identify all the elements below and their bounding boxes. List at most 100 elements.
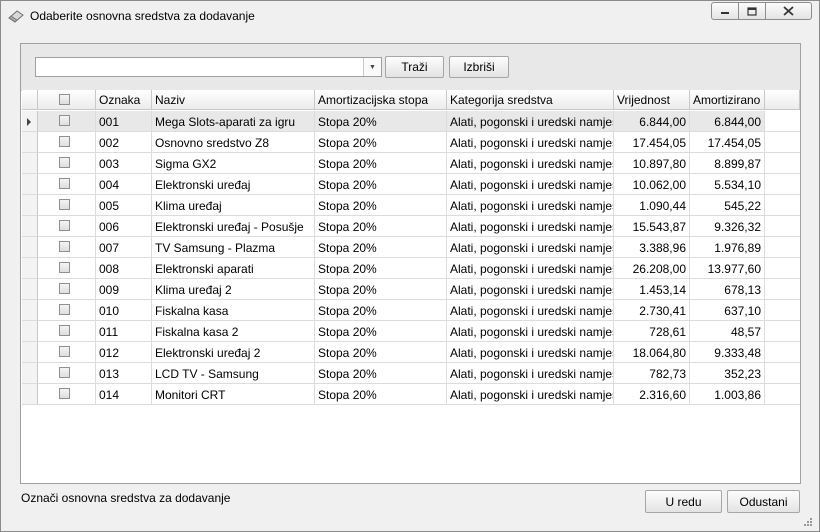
row-checkbox[interactable] (59, 199, 70, 210)
row-select[interactable] (38, 174, 96, 195)
cell-amortizirano: 678,13 (690, 279, 765, 300)
row-checkbox[interactable] (59, 220, 70, 231)
cell-oznaka: 013 (96, 363, 152, 384)
row-select[interactable] (38, 384, 96, 405)
cell-naziv: TV Samsung - Plazma (152, 237, 315, 258)
row-select[interactable] (38, 153, 96, 174)
column-header-stopa[interactable]: Amortizacijska stopa (315, 90, 447, 110)
column-header-amortizirano[interactable]: Amortizirano (690, 90, 765, 110)
chevron-down-icon[interactable]: ▼ (363, 58, 381, 76)
row-select[interactable] (38, 132, 96, 153)
table-row[interactable]: 008 Elektronski aparati Stopa 20% Alati, po… (22, 258, 800, 279)
header-select-all[interactable] (38, 90, 96, 110)
cell-amortizirano: 17.454,05 (690, 132, 765, 153)
table-row[interactable]: 010 Fiskalna kasa Stopa 20% Alati, pogonski… (22, 300, 800, 321)
cell-vrijednost: 1.090,44 (614, 195, 690, 216)
cell-oznaka: 009 (96, 279, 152, 300)
row-filler (765, 153, 800, 174)
row-select[interactable] (38, 111, 96, 132)
cell-naziv: Monitori CRT (152, 384, 315, 405)
table-row[interactable]: 003 Sigma GX2 Stopa 20% Alati, pogonski i u… (22, 153, 800, 174)
table-row[interactable]: 011 Fiskalna kasa 2 Stopa 20% Alati, pogons… (22, 321, 800, 342)
column-header-vrijednost[interactable]: Vrijednost (614, 90, 690, 110)
row-filler (765, 300, 800, 321)
resize-grip-icon[interactable] (803, 517, 813, 527)
table-row[interactable]: 002 Osnovno sredstvo Z8 Stopa 20% Alati, po… (22, 132, 800, 153)
row-indicator (22, 300, 38, 321)
search-combo[interactable]: ▼ (35, 57, 382, 77)
column-header-oznaka[interactable]: Oznaka (96, 90, 152, 110)
cell-vrijednost: 2.730,41 (614, 300, 690, 321)
cell-kategorija: Alati, pogonski i uredski namješ... (447, 153, 614, 174)
column-header-kategorija[interactable]: Kategorija sredstva (447, 90, 614, 110)
table-row[interactable]: 012 Elektronski uređaj 2 Stopa 20% Alati, p… (22, 342, 800, 363)
table-row[interactable]: 004 Elektronski uređaj Stopa 20% Alati, pog… (22, 174, 800, 195)
row-checkbox[interactable] (59, 178, 70, 189)
column-header-naziv[interactable]: Naziv (152, 90, 315, 110)
ok-button[interactable]: U redu (645, 490, 722, 513)
maximize-button[interactable] (738, 2, 766, 20)
cell-oznaka: 005 (96, 195, 152, 216)
row-checkbox[interactable] (59, 241, 70, 252)
cell-oznaka: 010 (96, 300, 152, 321)
cell-amortizirano: 8.899,87 (690, 153, 765, 174)
close-button[interactable] (765, 2, 812, 20)
cell-vrijednost: 3.388,96 (614, 237, 690, 258)
row-select[interactable] (38, 195, 96, 216)
row-indicator (22, 342, 38, 363)
row-checkbox[interactable] (59, 262, 70, 273)
cell-stopa: Stopa 20% (315, 342, 447, 363)
table-row[interactable]: 007 TV Samsung - Plazma Stopa 20% Alati, po… (22, 237, 800, 258)
row-indicator (22, 153, 38, 174)
row-checkbox[interactable] (59, 367, 70, 378)
row-checkbox[interactable] (59, 388, 70, 399)
cell-vrijednost: 728,61 (614, 321, 690, 342)
table-row[interactable]: 013 LCD TV - Samsung Stopa 20% Alati, pogon… (22, 363, 800, 384)
cell-amortizirano: 48,57 (690, 321, 765, 342)
row-checkbox[interactable] (59, 157, 70, 168)
clear-button[interactable]: Izbriši (449, 56, 509, 78)
minimize-button[interactable] (711, 2, 739, 20)
row-checkbox[interactable] (59, 325, 70, 336)
cell-amortizirano: 1.976,89 (690, 237, 765, 258)
row-select[interactable] (38, 321, 96, 342)
cell-amortizirano: 6.844,00 (690, 111, 765, 132)
cell-kategorija: Alati, pogonski i uredski namješ... (447, 237, 614, 258)
eraser-icon (8, 10, 24, 23)
cancel-button[interactable]: Odustani (727, 490, 800, 513)
cell-vrijednost: 15.543,87 (614, 216, 690, 237)
row-filler (765, 237, 800, 258)
table-row[interactable]: 009 Klima uređaj 2 Stopa 20% Alati, pogonsk… (22, 279, 800, 300)
row-indicator (22, 132, 38, 153)
row-select[interactable] (38, 342, 96, 363)
table-row[interactable]: 014 Monitori CRT Stopa 20% Alati, pogonski … (22, 384, 800, 405)
row-select[interactable] (38, 300, 96, 321)
row-filler (765, 384, 800, 405)
row-select[interactable] (38, 258, 96, 279)
dialog-window: Odaberite osnovna sredstva za dodavanje … (0, 0, 820, 532)
row-indicator (22, 279, 38, 300)
row-select[interactable] (38, 237, 96, 258)
row-filler (765, 342, 800, 363)
row-select[interactable] (38, 363, 96, 384)
cell-kategorija: Alati, pogonski i uredski namješ... (447, 384, 614, 405)
maximize-icon (747, 6, 757, 16)
row-checkbox[interactable] (59, 346, 70, 357)
table-row[interactable]: 005 Klima uređaj Stopa 20% Alati, pogonski … (22, 195, 800, 216)
minimize-icon (721, 12, 729, 14)
cell-oznaka: 012 (96, 342, 152, 363)
row-checkbox[interactable] (59, 136, 70, 147)
cell-vrijednost: 10.062,00 (614, 174, 690, 195)
row-filler (765, 132, 800, 153)
row-select[interactable] (38, 216, 96, 237)
row-select[interactable] (38, 279, 96, 300)
cell-kategorija: Alati, pogonski i uredski namješ... (447, 216, 614, 237)
select-all-checkbox[interactable] (59, 94, 70, 105)
row-checkbox[interactable] (59, 304, 70, 315)
table-row[interactable]: 001 Mega Slots-aparati za igru Stopa 20% Al… (22, 111, 800, 132)
row-checkbox[interactable] (59, 283, 70, 294)
table-row[interactable]: 006 Elektronski uređaj - Posušje Stopa 20%… (22, 216, 800, 237)
row-filler (765, 279, 800, 300)
search-button[interactable]: Traži (385, 56, 444, 78)
row-checkbox[interactable] (59, 115, 70, 126)
